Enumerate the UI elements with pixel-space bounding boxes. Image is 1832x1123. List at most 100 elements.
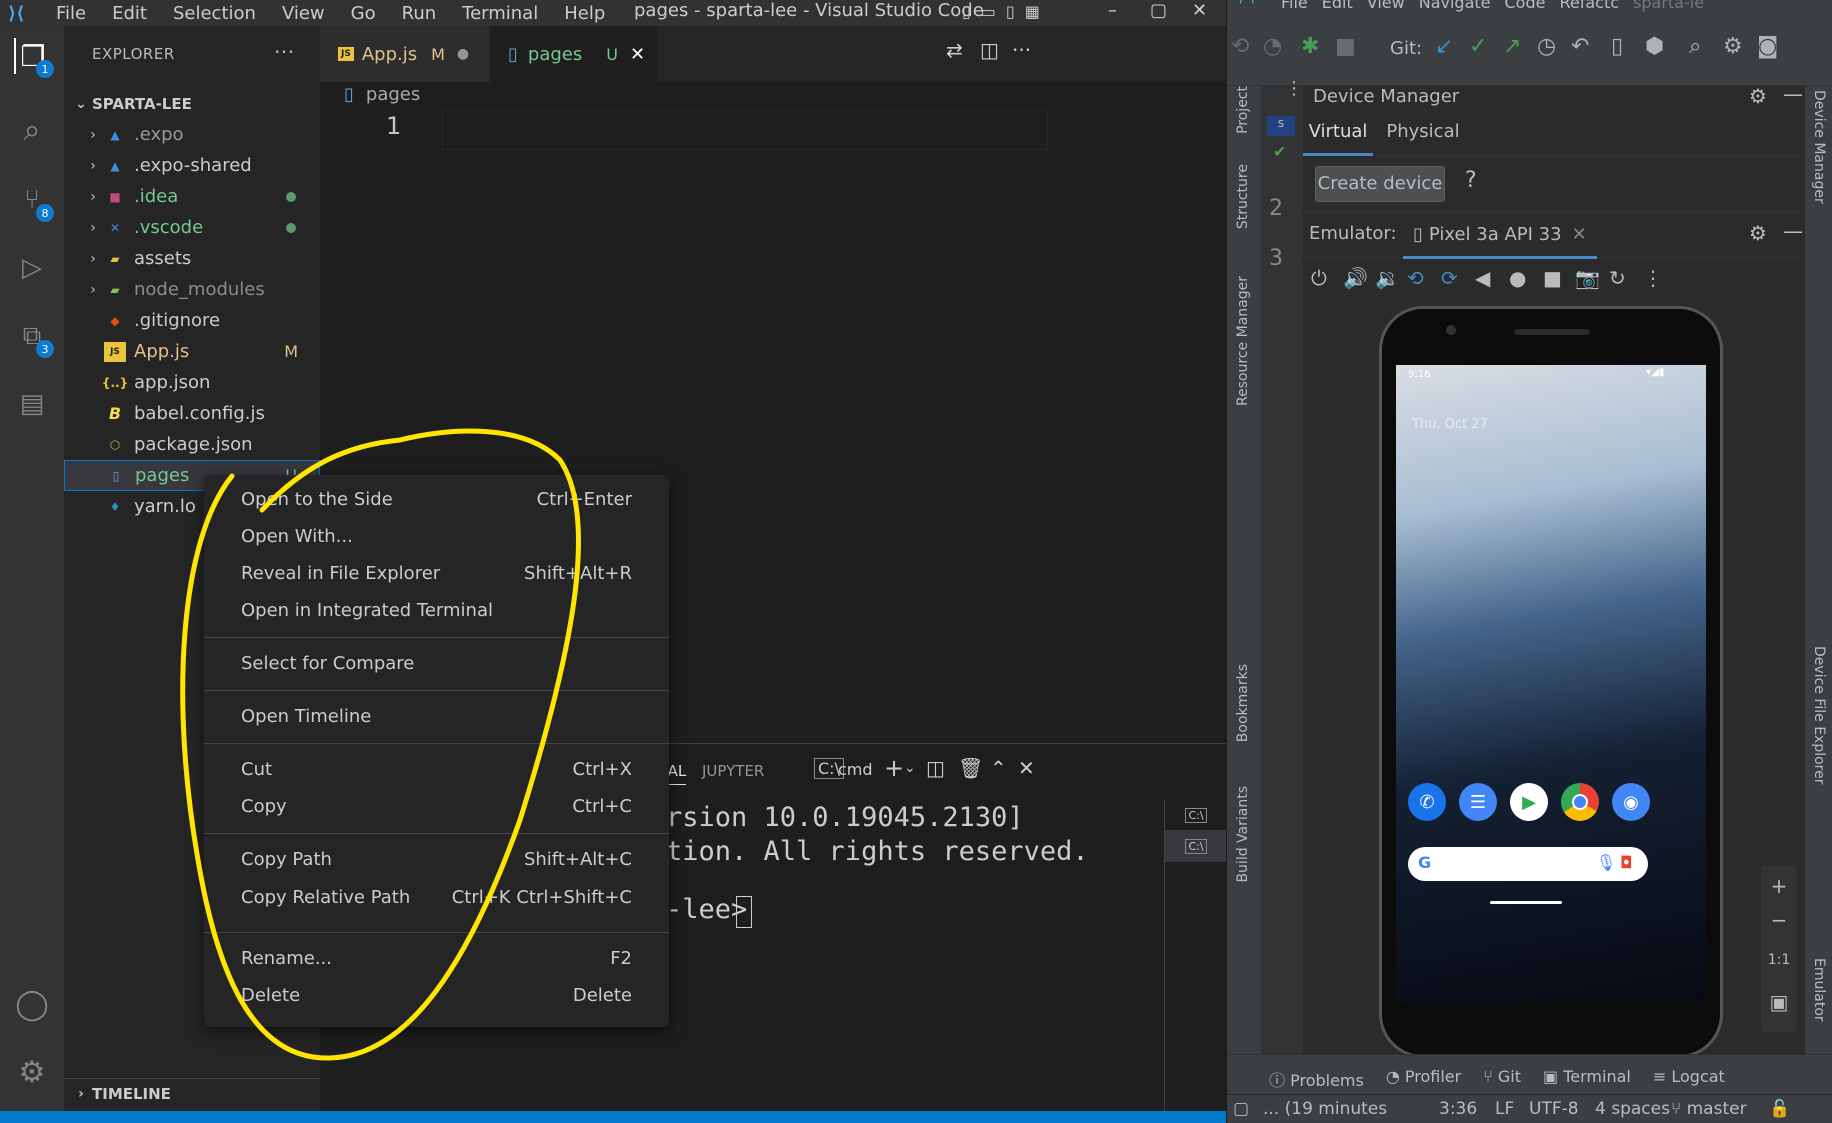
menu-run[interactable]: Run (402, 3, 437, 24)
caret-position[interactable]: 3:36 (1439, 1099, 1477, 1119)
menu-item-open-timeline[interactable]: Open Timeline (204, 698, 669, 734)
menu-view[interactable]: View (282, 3, 325, 24)
tool-terminal[interactable]: ▣ Terminal (1543, 1067, 1631, 1091)
split-editor-icon[interactable]: ◫ (980, 38, 999, 62)
gear-icon[interactable]: ⚙ (1723, 34, 1743, 59)
maximize-panel-icon[interactable]: ⌃ (990, 756, 1007, 780)
maximize-button[interactable]: ▢ (1150, 0, 1167, 21)
gesture-handle[interactable] (1490, 901, 1562, 904)
help-button[interactable]: ? (1465, 168, 1477, 193)
git-update-icon[interactable]: ↙ (1435, 34, 1453, 59)
stop-icon[interactable]: ■ (1335, 34, 1356, 59)
tool-resource-manager[interactable]: Resource Manager (1235, 276, 1251, 406)
rotate-right-icon[interactable]: ⟳ (1441, 266, 1458, 290)
studio-menu-file[interactable]: File (1281, 0, 1308, 12)
studio-menu-code[interactable]: Code (1505, 0, 1546, 12)
more-actions-icon[interactable]: ··· (1012, 38, 1031, 62)
tree-item-gitignore[interactable]: ◆ .gitignore (64, 305, 320, 336)
camera-app-icon[interactable]: ◉ (1612, 783, 1650, 821)
more-actions-icon[interactable]: ··· (274, 40, 295, 64)
menu-help[interactable]: Help (564, 3, 605, 24)
close-window-button[interactable]: ✕ (1192, 0, 1207, 21)
lock-icon[interactable]: 🔓 (1769, 1099, 1790, 1119)
tool-bookmarks[interactable]: Bookmarks (1235, 664, 1251, 742)
breadcrumb-file[interactable]: pages (366, 84, 420, 105)
emulator-device-tab[interactable]: ▯ Pixel 3a API 33 ✕ (1403, 213, 1597, 259)
hide-panel-icon[interactable]: — (1783, 219, 1803, 243)
tree-item-app-json[interactable]: {..} app.json (64, 367, 320, 398)
search-activity-button[interactable]: ⌕ (14, 112, 50, 148)
root-folder-row[interactable]: ⌄ SPARTA-LEE (64, 88, 320, 119)
menu-go[interactable]: Go (351, 3, 376, 24)
tool-profiler[interactable]: ◔ Profiler (1386, 1067, 1461, 1091)
studio-menu-view[interactable]: View (1367, 0, 1405, 12)
terminal-shell-label[interactable]: cmd (838, 760, 873, 779)
tree-item-idea[interactable]: › ■ .idea (64, 181, 320, 212)
tool-git[interactable]: ⑂ Git (1483, 1067, 1521, 1091)
menu-item-cut[interactable]: Cut Ctrl+X (204, 751, 669, 787)
menu-item-delete[interactable]: Delete Delete (204, 977, 669, 1013)
menu-item-open-terminal[interactable]: Open in Integrated Terminal (204, 592, 669, 628)
volume-up-icon[interactable]: 🔊 (1343, 266, 1368, 290)
home-icon[interactable]: ● (1509, 266, 1526, 290)
git-commit-icon[interactable]: ✓ (1469, 34, 1487, 59)
studio-menu-edit[interactable]: Edit (1322, 0, 1353, 12)
debug-attach-icon[interactable]: ✱ (1301, 34, 1319, 59)
mic-icon[interactable]: 🎙 (1596, 853, 1616, 872)
messages-app-icon[interactable]: ☰ (1459, 783, 1497, 821)
close-icon[interactable]: ✕ (630, 44, 645, 65)
tool-structure[interactable]: Structure (1235, 164, 1251, 229)
chrome-app-icon[interactable] (1561, 783, 1599, 821)
tab-jupyter[interactable]: JUPYTER (702, 762, 764, 780)
create-device-button[interactable]: Create device (1315, 166, 1445, 202)
studio-menu-refactor[interactable]: Refactc (1559, 0, 1619, 12)
tab-virtual[interactable]: Virtual (1303, 114, 1373, 156)
run-debug-activity-button[interactable]: ▷ (14, 250, 50, 286)
menu-item-copy[interactable]: Copy Ctrl+C (204, 788, 669, 824)
close-icon[interactable]: ✕ (1572, 224, 1587, 245)
menu-file[interactable]: File (56, 3, 86, 24)
menu-item-open-to-side[interactable]: Open to the Side Ctrl+Enter (204, 481, 669, 517)
git-push-icon[interactable]: ↗ (1503, 34, 1521, 59)
tool-project[interactable]: Project (1235, 86, 1251, 134)
current-line-highlight[interactable] (442, 110, 1048, 150)
compare-changes-icon[interactable]: ⇄ (946, 38, 963, 62)
tree-item-expo[interactable]: › ▲ .expo (64, 119, 320, 150)
menu-edit[interactable]: Edit (112, 3, 147, 24)
apply-changes-icon[interactable]: ⟲ (1231, 34, 1249, 59)
git-history-icon[interactable]: ◷ (1537, 34, 1556, 59)
minimize-button[interactable]: – (1108, 0, 1117, 21)
menu-item-copy-path[interactable]: Copy Path Shift+Alt+C (204, 841, 669, 877)
close-panel-icon[interactable]: ✕ (1018, 756, 1035, 780)
menu-item-select-compare[interactable]: Select for Compare (204, 645, 669, 681)
accounts-button[interactable]: ◯ (14, 986, 50, 1022)
tool-device-file-explorer[interactable]: Device File Explorer (1811, 646, 1827, 785)
explorer-activity-button[interactable]: ❐ 1 (14, 38, 54, 78)
toggle-tool-windows-icon[interactable]: ▢ (1233, 1099, 1249, 1119)
scm-activity-button[interactable]: ⑂ 8 (14, 182, 54, 222)
extensions-activity-button[interactable]: ⧉ 3 (14, 318, 54, 358)
hide-panel-icon[interactable]: — (1783, 82, 1803, 106)
play-store-app-icon[interactable]: ▶ (1510, 783, 1548, 821)
phone-app-icon[interactable]: ✆ (1408, 783, 1446, 821)
overview-icon[interactable]: ■ (1543, 266, 1562, 290)
tool-emulator[interactable]: Emulator (1811, 958, 1827, 1022)
studio-menu-navigate[interactable]: Navigate (1419, 0, 1491, 12)
tab-app-js[interactable]: JS App.js M ● (320, 26, 490, 82)
chevron-down-icon[interactable]: ⌄ (904, 760, 916, 776)
search-icon[interactable]: ⌕ (1689, 34, 1701, 59)
rotate-left-icon[interactable]: ⟲ (1407, 266, 1424, 290)
lens-icon[interactable]: ◘ (1620, 853, 1633, 872)
manage-button[interactable]: ⚙ (14, 1054, 50, 1090)
status-message[interactable]: ... (19 minutes (1263, 1099, 1387, 1119)
zoom-actual-button[interactable]: 1:1 (1761, 952, 1797, 968)
menu-terminal[interactable]: Terminal (462, 3, 538, 24)
power-icon[interactable]: ⏻ (1311, 266, 1327, 290)
layout-toggle-icons[interactable]: ▯▭▯▦ (962, 2, 1050, 21)
google-search-bar[interactable]: G 🎙 ◘ (1408, 847, 1648, 881)
tree-item-babel-config[interactable]: B babel.config.js (64, 398, 320, 429)
menu-selection[interactable]: Selection (173, 3, 256, 24)
sdk-manager-icon[interactable]: ⬢ (1645, 34, 1664, 59)
tree-item-assets[interactable]: › ▰ assets (64, 243, 320, 274)
menu-item-reveal-explorer[interactable]: Reveal in File Explorer Shift+Alt+R (204, 555, 669, 591)
